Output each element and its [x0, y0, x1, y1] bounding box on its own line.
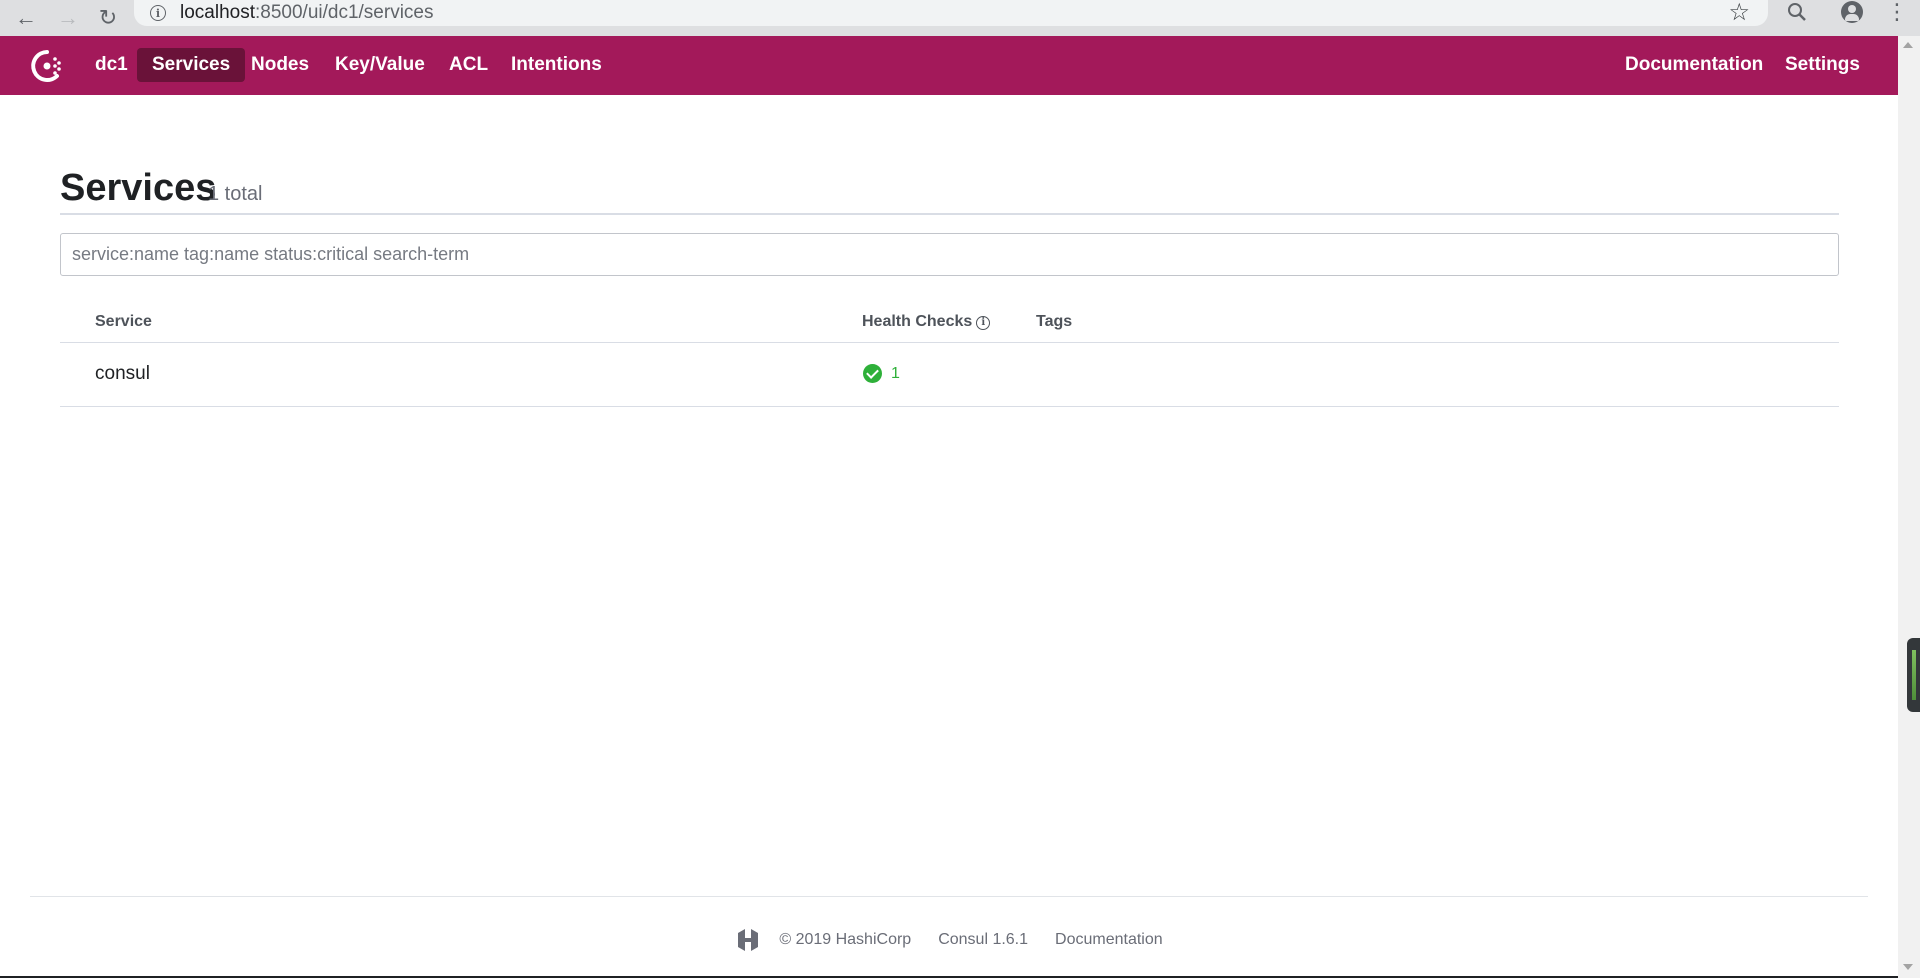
nav-services[interactable]: Services: [137, 48, 246, 82]
profile-icon[interactable]: [1841, 1, 1863, 23]
nav-key-value[interactable]: Key/Value: [320, 48, 440, 82]
health-checks-label: Health Checks: [862, 313, 973, 330]
bookmark-star-icon[interactable]: ☆: [1728, 0, 1750, 26]
column-header-health-checks: Health Checks i: [862, 313, 991, 331]
url-path: :8500/ui/dc1/services: [255, 2, 434, 23]
services-count: 1 total: [208, 183, 263, 205]
nav-settings[interactable]: Settings: [1770, 48, 1875, 82]
address-bar[interactable]: i localhost:8500/ui/dc1/services ☆: [134, 0, 1768, 26]
page-title-bar: Services 1 total: [60, 163, 1839, 215]
footer-documentation-link[interactable]: Documentation: [1055, 931, 1163, 949]
nav-nodes[interactable]: Nodes: [236, 48, 324, 82]
column-header-service: Service: [95, 313, 152, 330]
footer-copyright: © 2019 HashiCorp: [779, 931, 912, 948]
forward-arrow-icon[interactable]: →: [54, 4, 82, 32]
datacenter-selector[interactable]: dc1: [80, 48, 143, 82]
nav-acl[interactable]: ACL: [434, 48, 503, 82]
vertical-scrollbar[interactable]: [1898, 36, 1920, 978]
site-info-icon[interactable]: i: [150, 5, 166, 21]
scroll-up-icon[interactable]: [1903, 42, 1913, 48]
footer-divider: [30, 896, 1868, 897]
zoom-icon[interactable]: [1786, 1, 1808, 23]
page-title: Services: [60, 167, 217, 209]
footer: © 2019 HashiCorp Consul 1.6.1 Documentat…: [0, 925, 1898, 955]
services-table: Service Health Checks i Tags consul 1: [60, 300, 1839, 407]
nav-intentions[interactable]: Intentions: [496, 48, 617, 82]
browser-toolbar: ← → ↻ i localhost:8500/ui/dc1/services ☆…: [0, 0, 1920, 37]
search-input[interactable]: [60, 233, 1839, 276]
nav-documentation[interactable]: Documentation: [1610, 48, 1778, 82]
info-icon[interactable]: i: [976, 316, 991, 330]
app-header: dc1 Services Nodes Key/Value ACL Intenti…: [0, 36, 1898, 95]
browser-menu-icon[interactable]: ⋮: [1886, 0, 1908, 24]
side-panel-handle[interactable]: [1907, 638, 1920, 712]
health-check-status: 1: [863, 364, 900, 383]
reload-icon[interactable]: ↻: [94, 4, 122, 32]
passing-check-icon: [863, 364, 882, 383]
passing-count: 1: [891, 364, 900, 382]
table-row[interactable]: consul 1: [60, 343, 1839, 407]
back-arrow-icon[interactable]: ←: [12, 4, 40, 32]
hashicorp-logo-icon: [738, 929, 759, 951]
service-name[interactable]: consul: [95, 363, 150, 385]
footer-version: Consul 1.6.1: [938, 931, 1029, 948]
scroll-down-icon[interactable]: [1903, 964, 1913, 970]
table-header: Service Health Checks i Tags: [60, 300, 1839, 343]
consul-logo-icon[interactable]: [29, 48, 65, 84]
column-header-tags: Tags: [1036, 313, 1073, 330]
url-host: localhost: [180, 2, 255, 23]
